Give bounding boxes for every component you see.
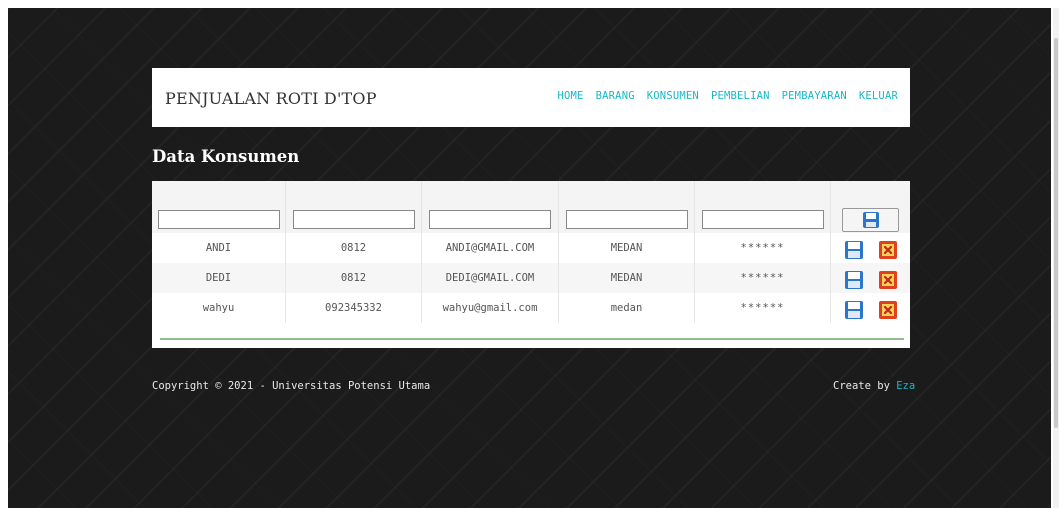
password-cell: ****** bbox=[695, 263, 831, 293]
email-cell: ANDI@GMAIL.COM bbox=[422, 233, 559, 263]
delete-icon[interactable] bbox=[878, 240, 898, 260]
input-row bbox=[152, 199, 910, 233]
nama-cell: ANDI bbox=[152, 233, 286, 263]
alamat-input[interactable] bbox=[565, 209, 688, 229]
floppy-disk-icon bbox=[862, 212, 879, 228]
alamat-cell: medan bbox=[559, 293, 695, 323]
header-cell bbox=[695, 181, 831, 199]
nama-cell: wahyu bbox=[152, 293, 286, 323]
email-cell: DEDI@GMAIL.COM bbox=[422, 263, 559, 293]
alamat-cell: MEDAN bbox=[559, 233, 695, 263]
credit-author-link[interactable]: Eza bbox=[896, 380, 915, 392]
header-cell bbox=[559, 181, 695, 199]
nama-cell: DEDI bbox=[152, 263, 286, 293]
nama-input[interactable] bbox=[157, 209, 280, 229]
footer-credit: Create by Eza bbox=[833, 380, 915, 392]
telepon-input[interactable] bbox=[292, 209, 415, 229]
telepon-cell: 092345332 bbox=[286, 293, 422, 323]
table-row: wahyu 092345332 wahyu@gmail.com medan **… bbox=[152, 293, 910, 323]
telepon-cell: 0812 bbox=[286, 263, 422, 293]
page-title: Data Konsumen bbox=[152, 147, 300, 166]
konsumen-table: ANDI 0812 ANDI@GMAIL.COM MEDAN ****** DE… bbox=[152, 181, 910, 323]
table-row: DEDI 0812 DEDI@GMAIL.COM MEDAN ****** bbox=[152, 263, 910, 293]
save-new-button[interactable] bbox=[842, 208, 899, 232]
email-input[interactable] bbox=[429, 209, 551, 229]
table-header-row bbox=[152, 181, 910, 199]
nav-barang[interactable]: BARANG bbox=[596, 90, 635, 102]
telepon-cell: 0812 bbox=[286, 233, 422, 263]
nav-home[interactable]: HOME bbox=[558, 90, 584, 102]
header-bar: PENJUALAN ROTI D'TOP HOME BARANG KONSUME… bbox=[152, 68, 910, 127]
vertical-scrollbar[interactable] bbox=[1053, 8, 1059, 508]
nav-konsumen[interactable]: KONSUMEN bbox=[647, 90, 699, 102]
nav-pembayaran[interactable]: PEMBAYARAN bbox=[782, 90, 847, 102]
email-cell: wahyu@gmail.com bbox=[422, 293, 559, 323]
floppy-disk-icon[interactable] bbox=[844, 300, 864, 320]
header-cell bbox=[152, 181, 286, 199]
scrollbar-thumb[interactable] bbox=[1054, 38, 1058, 428]
header-cell bbox=[831, 181, 910, 199]
credit-prefix: Create by bbox=[833, 380, 897, 392]
nav-keluar[interactable]: KELUAR bbox=[859, 90, 898, 102]
floppy-disk-icon[interactable] bbox=[844, 240, 864, 260]
table-row: ANDI 0812 ANDI@GMAIL.COM MEDAN ****** bbox=[152, 233, 910, 263]
floppy-disk-icon[interactable] bbox=[844, 270, 864, 290]
main-nav: HOME BARANG KONSUMEN PEMBELIAN PEMBAYARA… bbox=[558, 90, 898, 102]
password-cell: ****** bbox=[695, 233, 831, 263]
table-divider bbox=[160, 338, 904, 340]
nav-pembelian[interactable]: PEMBELIAN bbox=[711, 90, 770, 102]
delete-icon[interactable] bbox=[878, 300, 898, 320]
brand-title: PENJUALAN ROTI D'TOP bbox=[165, 89, 377, 108]
footer-copyright: Copyright © 2021 - Universitas Potensi U… bbox=[152, 380, 431, 392]
alamat-cell: MEDAN bbox=[559, 263, 695, 293]
password-input[interactable] bbox=[701, 209, 824, 229]
header-cell bbox=[286, 181, 422, 199]
delete-icon[interactable] bbox=[878, 270, 898, 290]
password-cell: ****** bbox=[695, 293, 831, 323]
header-cell bbox=[422, 181, 559, 199]
konsumen-table-panel: ANDI 0812 ANDI@GMAIL.COM MEDAN ****** DE… bbox=[152, 181, 910, 348]
